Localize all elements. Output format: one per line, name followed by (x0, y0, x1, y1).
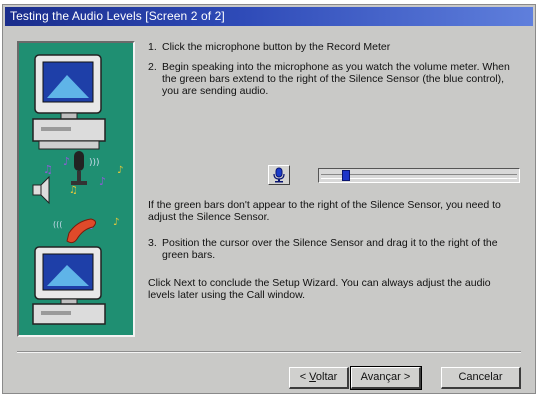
step-text: Click the microphone button by the Recor… (162, 41, 391, 53)
svg-text:♫: ♫ (69, 185, 78, 196)
meter-track (321, 174, 517, 179)
back-button[interactable]: < Voltar (289, 367, 349, 389)
illustration-graphic: ))) ♪ ♫ ♪ ♪ ♪ ♫ ♪ ((( (32, 54, 123, 325)
computer-icon (32, 246, 106, 325)
svg-text:))): ))) (89, 158, 100, 168)
microphone-icon: ))) (71, 151, 100, 185)
computer-icon (32, 54, 106, 150)
back-arrow: < (299, 371, 310, 383)
wizard-illustration: ))) ♪ ♫ ♪ ♪ ♪ ♫ ♪ ((( (17, 41, 135, 337)
step-text: Position the cursor over the Silence Sen… (162, 237, 498, 261)
step-number: 1. (148, 41, 157, 53)
svg-text:♫: ♫ (43, 163, 53, 176)
title-bar[interactable]: Testing the Audio Levels [Screen 2 of 2] (5, 7, 533, 26)
step-number: 2. (148, 61, 157, 73)
svg-text:♪: ♪ (113, 217, 119, 228)
button-separator (17, 351, 521, 353)
back-label: oltar (315, 371, 338, 383)
window-title: Testing the Audio Levels [Screen 2 of 2] (10, 9, 225, 23)
setup-wizard-dialog: Testing the Audio Levels [Screen 2 of 2]… (2, 4, 536, 394)
svg-text:♪: ♪ (99, 175, 106, 188)
silence-sensor-note: If the green bars don't appear to the ri… (148, 199, 501, 223)
next-button[interactable]: Avançar > (350, 366, 422, 390)
step-text: Begin speaking into the microphone as yo… (162, 61, 510, 97)
step-number: 3. (148, 237, 157, 249)
silence-sensor-slider[interactable] (341, 170, 350, 181)
back-accelerator-key: V (309, 371, 316, 383)
svg-text:♪: ♪ (117, 165, 123, 176)
microphone-button[interactable] (268, 165, 290, 185)
conclusion-text: Click Next to conclude the Setup Wizard.… (148, 277, 491, 301)
cancel-button[interactable]: Cancelar (441, 367, 521, 389)
svg-text:♪: ♪ (63, 155, 70, 168)
record-meter (318, 168, 520, 183)
svg-text:(((: ((( (53, 220, 62, 229)
speaker-icon (32, 175, 50, 205)
microphone-icon (273, 167, 285, 183)
